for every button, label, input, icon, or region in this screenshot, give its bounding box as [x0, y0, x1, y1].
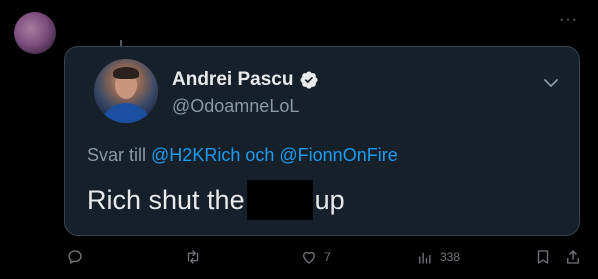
quoted-tweet-text: Rich shut the up [87, 180, 345, 220]
verified-badge-icon [299, 70, 319, 90]
reply-icon [68, 250, 82, 264]
retweet-button[interactable] [184, 248, 208, 266]
tweet-text-before: Rich shut the [87, 184, 245, 215]
tweet-text-after: up [314, 184, 345, 215]
like-button[interactable]: 7 [300, 248, 331, 266]
redaction-block [246, 180, 313, 220]
like-count: 7 [324, 250, 331, 264]
reply-button[interactable] [66, 248, 90, 266]
quoted-author-name-row: Andrei Pascu [172, 69, 319, 91]
reply-prefix: Svar till [87, 145, 147, 165]
quoted-handle[interactable]: @OdoamneLoL [172, 96, 299, 117]
share-icon [567, 250, 579, 264]
quoted-author-avatar[interactable] [94, 59, 158, 123]
bookmark-icon [537, 250, 549, 264]
mention-link-2[interactable]: @FionnOnFire [279, 145, 397, 165]
quoted-display-name[interactable]: Andrei Pascu [172, 69, 293, 91]
bar-chart-icon [419, 252, 431, 264]
quoted-tweet-card[interactable]: Andrei Pascu @OdoamneLoL Svar till @H2KR… [64, 46, 580, 236]
chevron-down-icon[interactable] [541, 73, 561, 93]
action-bar: 7 338 [60, 248, 590, 274]
reply-conjunction: och [245, 145, 275, 165]
share-button[interactable] [564, 248, 582, 266]
heart-icon [303, 251, 315, 264]
reply-context: Svar till @H2KRich och @FionnOnFire [87, 145, 398, 166]
more-options-icon[interactable]: ··· [559, 10, 578, 30]
mention-link-1[interactable]: @H2KRich [151, 145, 240, 165]
retweet-icon [187, 250, 199, 264]
views-button[interactable]: 338 [416, 248, 460, 266]
bookmark-button[interactable] [534, 248, 552, 266]
views-count: 338 [440, 250, 461, 264]
author-avatar[interactable] [14, 12, 56, 54]
